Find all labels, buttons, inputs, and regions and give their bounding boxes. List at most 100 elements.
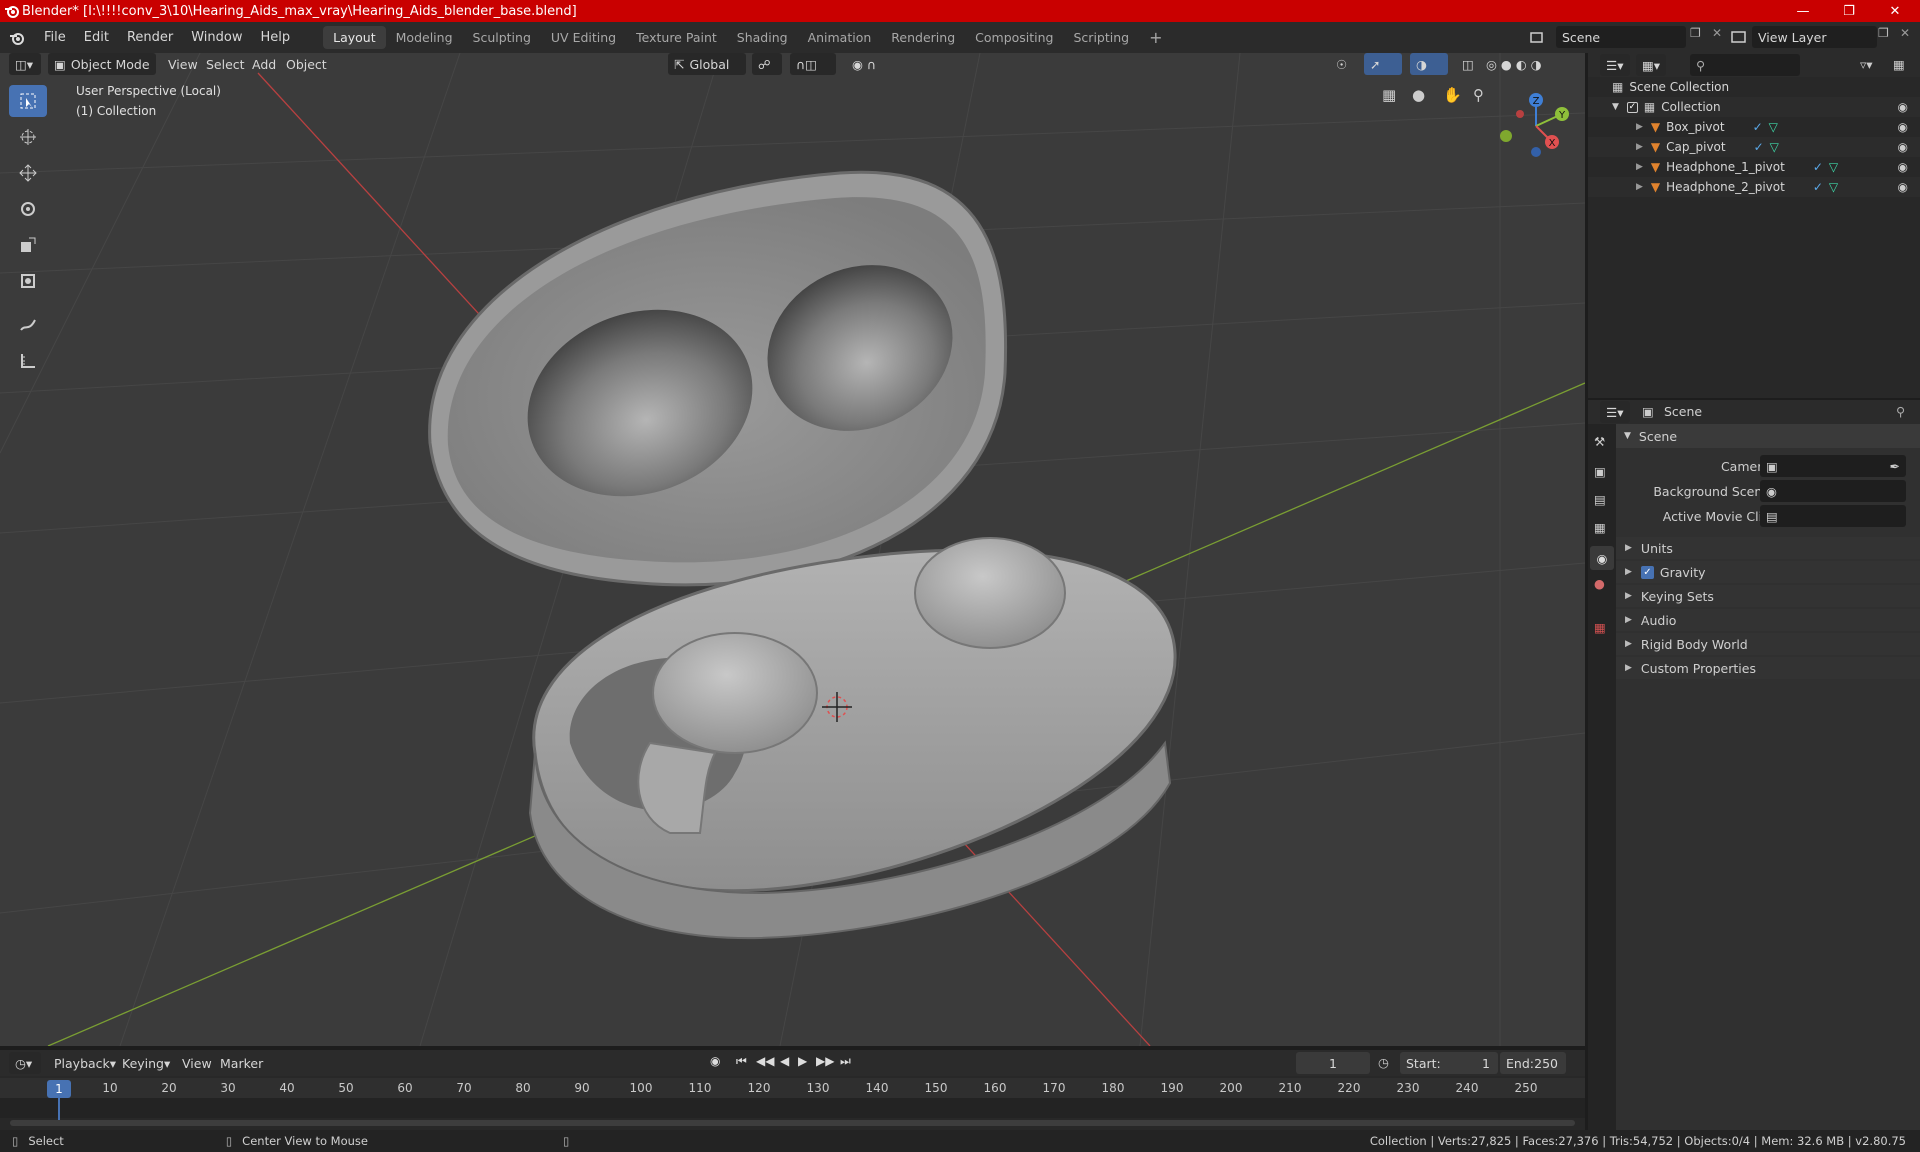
outliner-object-row[interactable]: ▶ ▼ Cap_pivot ✓ ▽ ◉ [1588,137,1920,157]
xray-icon[interactable]: ◫ [1456,53,1474,75]
scene-selector[interactable]: Scene [1556,26,1686,48]
record-icon[interactable]: ◉ [710,1054,720,1068]
blender-menu-icon[interactable] [9,30,25,46]
remove-scene-icon[interactable]: ✕ [1712,26,1730,48]
object-eye-icon[interactable]: ◉ [1898,140,1908,154]
expand-icon[interactable]: ▶ [1636,122,1643,132]
pin-icon[interactable]: ⚲ [1896,404,1905,419]
expand-collection-icon[interactable]: ▼ [1612,102,1619,112]
mesh-data-icon[interactable]: ▽ [1769,120,1778,134]
snap-icon[interactable]: ∩◫ [790,53,836,75]
menu-help[interactable]: Help [252,30,300,45]
cursor-tool-icon[interactable] [9,121,47,153]
add-workspace-button[interactable]: + [1139,24,1172,51]
play-reverse-icon[interactable]: ◀ [780,1054,789,1068]
playhead-frame-badge[interactable]: 1 [47,1080,71,1098]
collection-checkbox[interactable]: ✓ [1626,101,1638,113]
proportional-editing-icon[interactable]: ◉ ∩ [846,53,896,75]
expand-icon[interactable]: ▶ [1636,182,1643,192]
toggle-perspective-icon[interactable]: ▦ [1382,86,1404,108]
output-tab-icon[interactable]: ▤ [1594,492,1606,507]
transform-tool-icon[interactable] [9,265,47,297]
select-box-tool-icon[interactable] [9,85,47,117]
outliner-object-row[interactable]: ▶ ▼ Box_pivot ✓ ▽ ◉ [1588,117,1920,137]
jump-start-icon[interactable]: ⏮ [736,1054,747,1069]
outliner-object-row[interactable]: ▶ ▼ Headphone_1_pivot ✓ ▽ ◉ [1588,157,1920,177]
end-frame-field[interactable]: End: 250 [1500,1052,1566,1074]
panel-rigid-body-world[interactable]: ▶ Rigid Body World [1616,633,1920,655]
panel-audio[interactable]: ▶ Audio [1616,609,1920,631]
view-menu[interactable]: View [162,53,204,75]
active-movie-clip-field[interactable]: ▤ [1760,505,1906,527]
scene-panel-header[interactable]: ▼ Scene [1616,424,1920,448]
outliner-editor-type-icon[interactable]: ☰▾ [1600,54,1630,76]
prev-keyframe-icon[interactable]: ◀◀ [756,1054,774,1068]
new-collection-icon[interactable]: ▦ [1893,57,1905,72]
close-icon[interactable]: ✕ [1872,0,1918,22]
tab-rendering[interactable]: Rendering [881,26,965,49]
tab-texture-paint[interactable]: Texture Paint [626,26,727,49]
next-keyframe-icon[interactable]: ▶▶ [816,1054,834,1068]
pan-hand-icon[interactable]: ✋ [1443,86,1465,108]
playback-menu[interactable]: Playback ▾ [48,1052,122,1074]
tab-compositing[interactable]: Compositing [965,26,1063,49]
visibility-icon[interactable]: ☉ [1330,53,1360,75]
panel-custom-properties[interactable]: ▶ Custom Properties [1616,657,1920,679]
minimize-icon[interactable]: — [1780,0,1826,22]
eyedropper-icon[interactable]: ✒ [1890,459,1900,474]
tool-tab-icon[interactable]: ⚒ [1594,434,1605,449]
measure-tool-icon[interactable] [9,345,47,377]
new-view-layer-icon[interactable]: ❐ [1878,26,1898,48]
modifier-wrench-icon[interactable]: ✓ [1753,120,1763,134]
gizmo-toggle-icon[interactable]: ➚ [1364,53,1402,75]
outliner-search-input[interactable]: ⚲ [1690,54,1800,76]
filter-icon[interactable]: ▿▾ [1860,57,1873,72]
background-scene-field[interactable]: ◉ [1760,480,1906,502]
object-eye-icon[interactable]: ◉ [1898,180,1908,194]
properties-editor-type-icon[interactable]: ☰▾ [1600,401,1630,423]
tab-sculpting[interactable]: Sculpting [463,26,541,49]
display-mode-icon[interactable]: ▦▾ [1636,54,1666,76]
play-icon[interactable]: ▶ [798,1054,807,1068]
modifier-wrench-icon[interactable]: ✓ [1813,180,1823,194]
outliner-object-row[interactable]: ▶ ▼ Headphone_2_pivot ✓ ▽ ◉ [1588,177,1920,197]
view-layer-tab-icon[interactable]: ▦ [1594,520,1606,535]
start-frame-field[interactable]: Start: 1 [1400,1052,1498,1074]
camera-view-icon[interactable]: ● [1412,86,1434,108]
menu-edit[interactable]: Edit [75,30,118,45]
remove-view-layer-icon[interactable]: ✕ [1900,26,1918,48]
tab-animation[interactable]: Animation [798,26,882,49]
tab-shading[interactable]: Shading [727,26,798,49]
mesh-data-icon[interactable]: ▽ [1829,160,1838,174]
scene-collection-row[interactable]: ▦ Scene Collection [1588,77,1920,97]
overlay-toggle-icon[interactable]: ◑ [1410,53,1448,75]
mode-selector[interactable]: ▣ Object Mode [48,53,156,75]
marker-menu[interactable]: Marker [214,1052,269,1074]
collection-row[interactable]: ▼ ✓ ▦ Collection ◉ [1588,97,1920,117]
new-scene-icon[interactable]: ❐ [1690,26,1710,48]
object-eye-icon[interactable]: ◉ [1898,120,1908,134]
tab-uv-editing[interactable]: UV Editing [541,26,626,49]
rotate-tool-icon[interactable] [9,193,47,225]
move-tool-icon[interactable] [9,157,47,189]
scene-tab-icon[interactable]: ◉ [1590,546,1614,570]
panel-keying-sets[interactable]: ▶ Keying Sets [1616,585,1920,607]
scale-tool-icon[interactable] [9,229,47,261]
object-eye-icon[interactable]: ◉ [1898,160,1908,174]
zoom-icon[interactable]: ⚲ [1473,86,1495,108]
editor-type-icon[interactable]: ◫▾ [9,53,41,75]
maximize-icon[interactable]: ❐ [1826,0,1872,22]
shading-mode-icons[interactable]: ◎ ● ◐ ◑ [1480,53,1572,75]
modifier-wrench-icon[interactable]: ✓ [1754,140,1764,154]
keying-menu[interactable]: Keying ▾ [116,1052,176,1074]
timeline-track-area[interactable] [0,1098,1585,1118]
mesh-data-icon[interactable]: ▽ [1770,140,1779,154]
jump-end-icon[interactable]: ⏭ [840,1054,851,1069]
navigation-gizmo[interactable]: Z Y X [1496,86,1576,166]
expand-icon[interactable]: ▶ [1636,162,1643,172]
expand-icon[interactable]: ▶ [1636,142,1643,152]
menu-render[interactable]: Render [118,30,182,45]
view-layer-selector[interactable]: View Layer [1752,26,1877,48]
panel-gravity[interactable]: ▶ ✓ Gravity [1616,561,1920,583]
timeline-editor-type-icon[interactable]: ◷▾ [9,1052,41,1074]
